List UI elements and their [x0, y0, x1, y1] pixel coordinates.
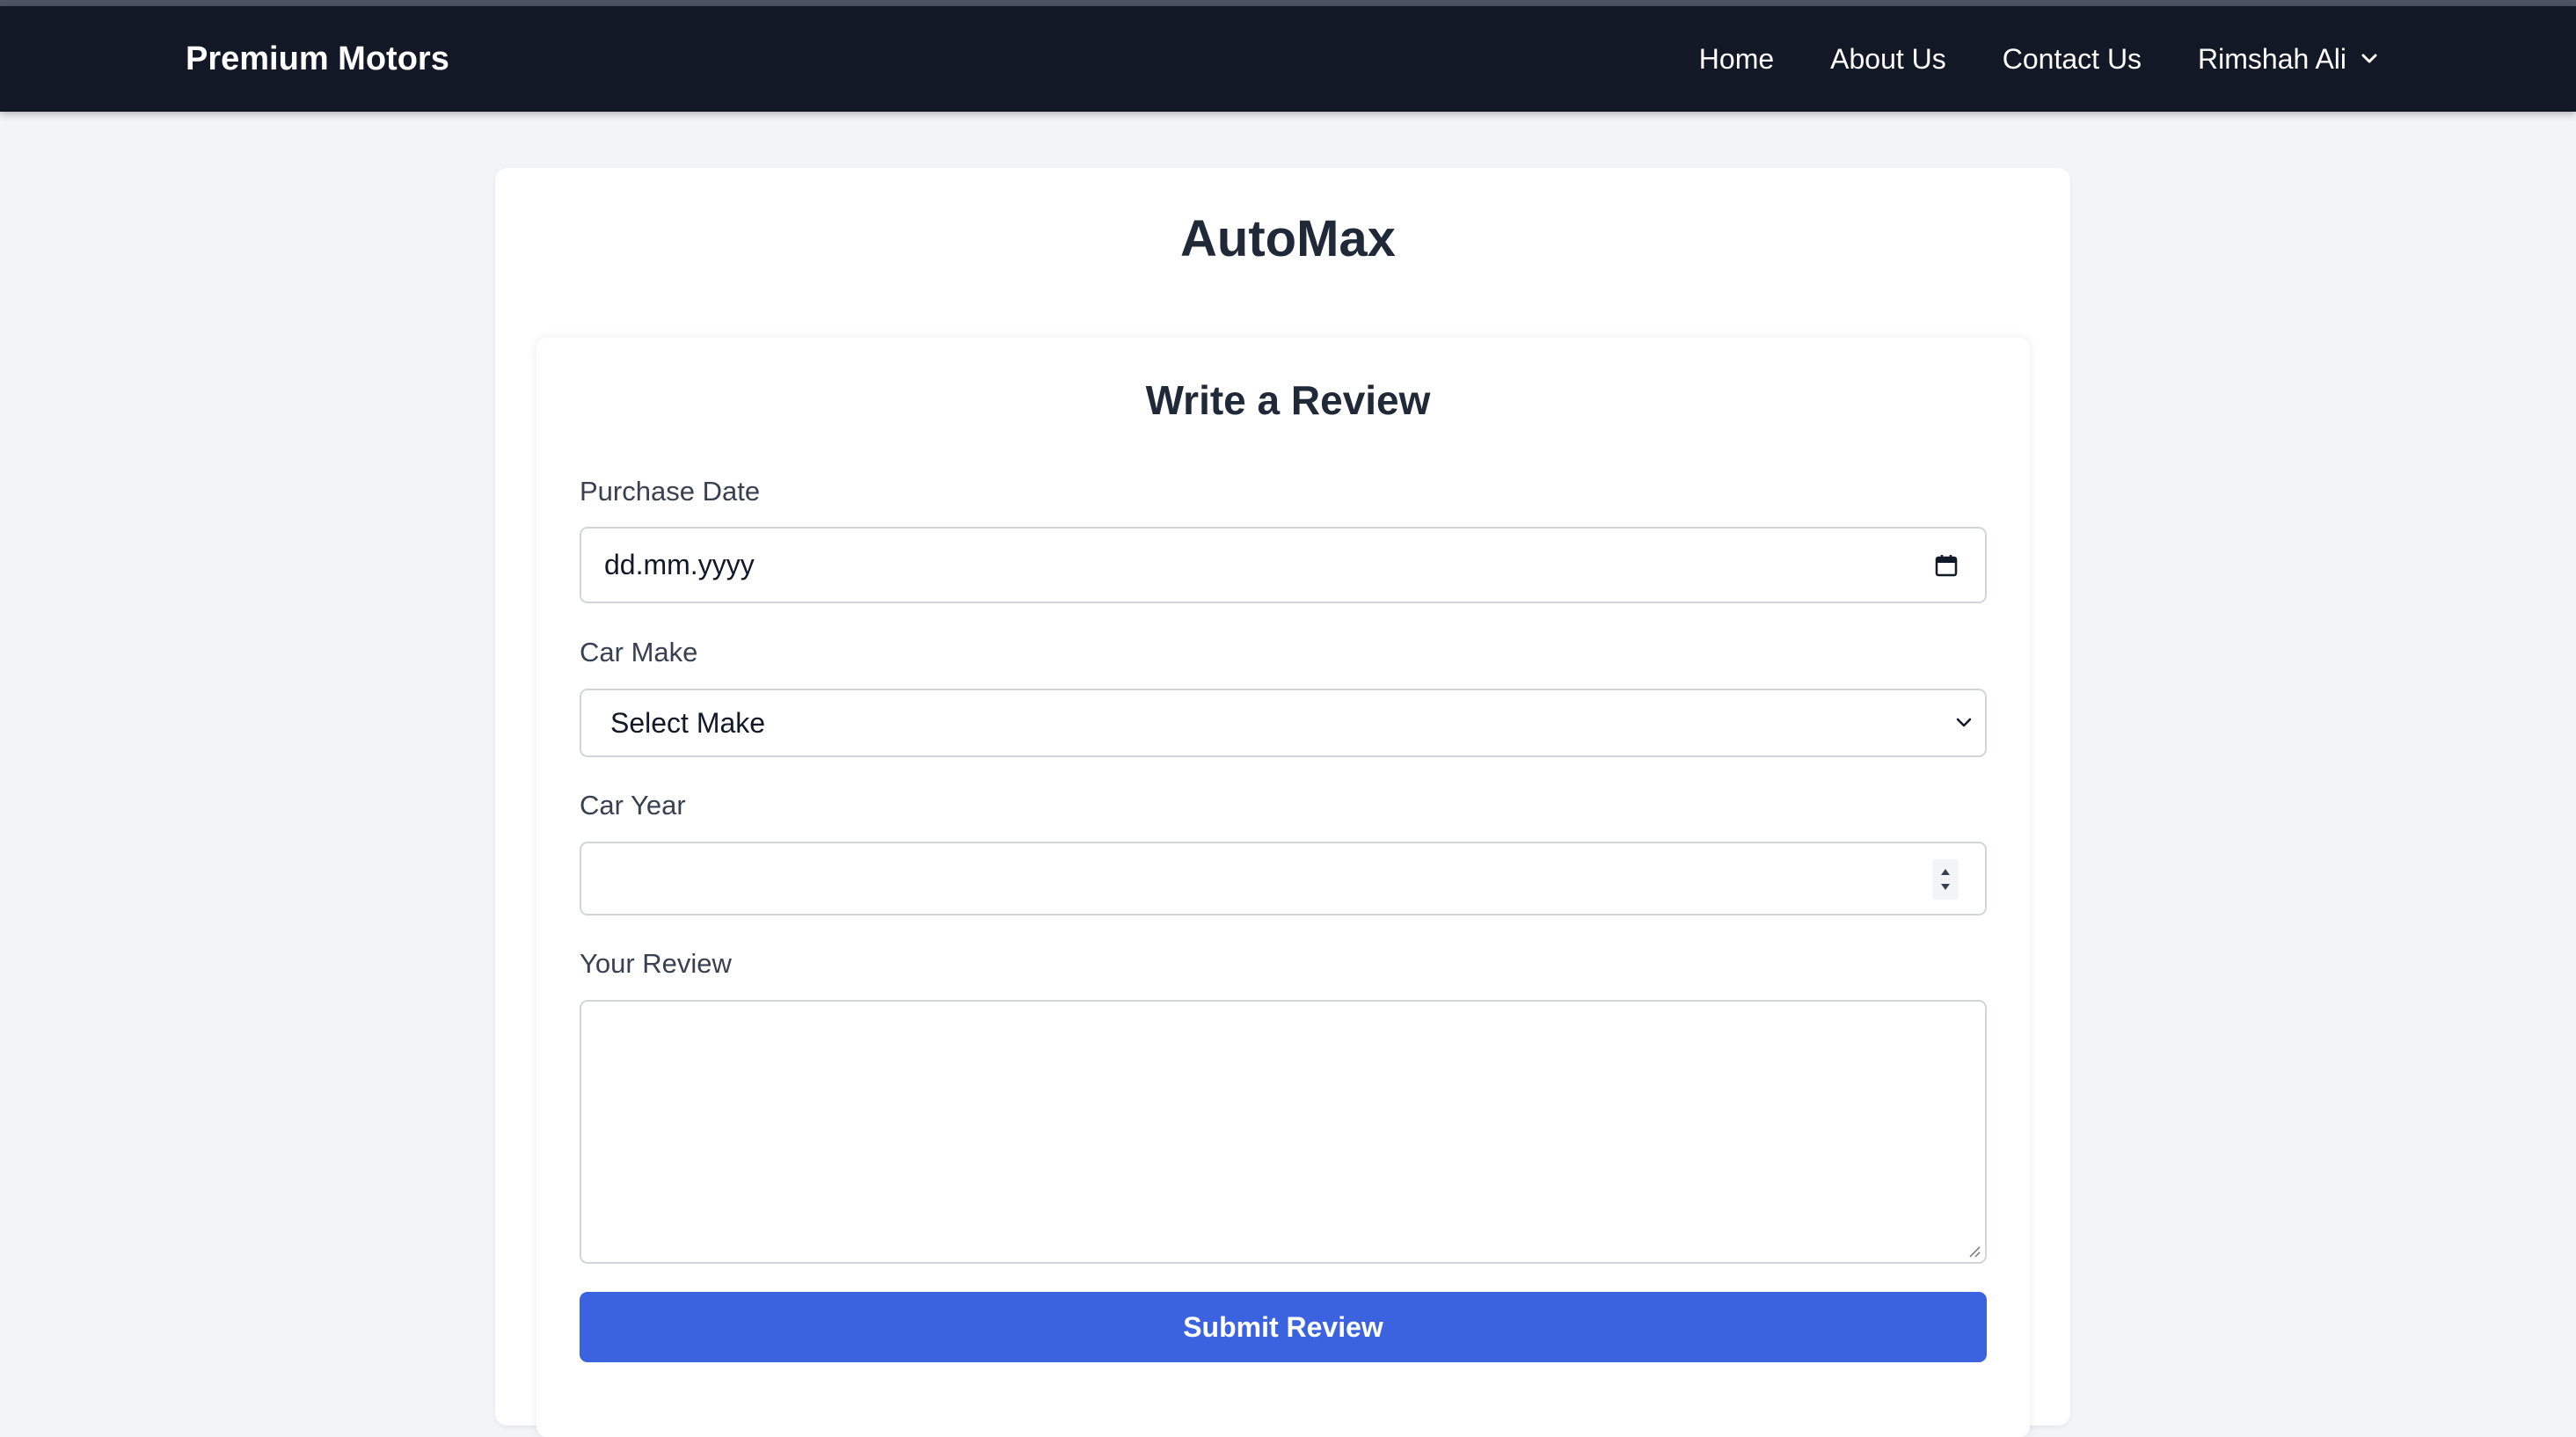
top-border	[0, 0, 2576, 6]
navbar: Premium Motors Home About Us Contact Us …	[0, 6, 2576, 112]
resize-handle-icon[interactable]	[1966, 1243, 1981, 1258]
nav-link-about-us[interactable]: About Us	[1830, 43, 1946, 76]
car-make-selected: Select Make	[610, 706, 766, 739]
car-make-label: Car Make	[580, 637, 698, 667]
car-year-input[interactable]	[580, 842, 1987, 915]
user-menu[interactable]: Rimshah Ali	[2198, 43, 2378, 76]
purchase-date-label: Purchase Date	[580, 476, 761, 507]
nav-link-home[interactable]: Home	[1699, 43, 1774, 76]
brand-logo[interactable]: Premium Motors	[186, 6, 449, 112]
calendar-icon[interactable]	[1934, 553, 1959, 578]
review-textarea[interactable]	[580, 1000, 1987, 1264]
review-label: Your Review	[580, 948, 732, 979]
car-make-select[interactable]: Select Make	[580, 689, 1987, 757]
chevron-down-icon	[2361, 54, 2377, 63]
submit-review-button[interactable]: Submit Review	[580, 1292, 1987, 1362]
user-name: Rimshah Ali	[2198, 42, 2346, 75]
page-title: AutoMax	[1180, 210, 1396, 267]
purchase-date-input[interactable]: dd.mm.yyyy	[580, 527, 1987, 603]
nav-link-contact-us[interactable]: Contact Us	[2003, 43, 2142, 76]
number-spinner-icon[interactable]	[1932, 859, 1959, 900]
nav-links: Home About Us Contact Us Rimshah Ali	[1699, 6, 2378, 112]
form-title: Write a Review	[1145, 377, 1431, 423]
purchase-date-placeholder: dd.mm.yyyy	[604, 549, 755, 580]
car-year-label: Car Year	[580, 790, 686, 821]
chevron-down-icon	[1956, 718, 1972, 727]
